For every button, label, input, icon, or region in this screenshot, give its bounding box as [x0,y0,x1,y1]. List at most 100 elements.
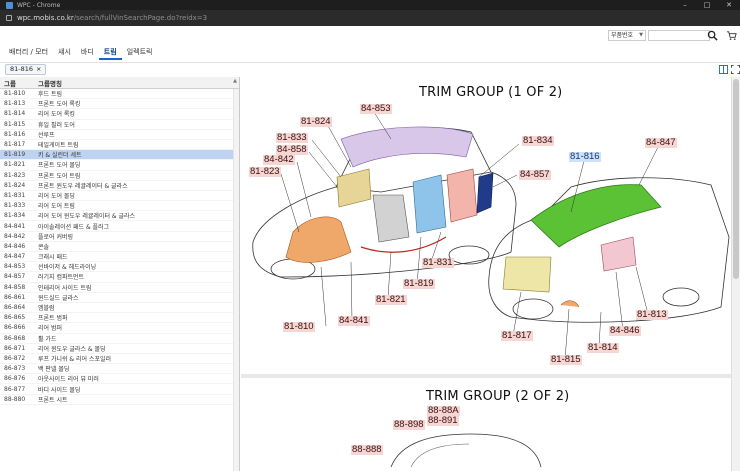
column-header-group-name[interactable]: 그룹명칭 [36,78,239,88]
group-name: 후드 트림 [38,91,62,99]
table-row[interactable]: 81-813 프론트 도어 록킹 [0,99,239,110]
group-name: 리어 도어 몰딩 [38,192,75,200]
callout-81-823[interactable]: 81-823 [249,167,281,177]
callout-81-824[interactable]: 81-824 [300,117,332,127]
filter-chip[interactable]: 81-816 × [5,64,47,75]
table-row[interactable]: 81-815 휴일 필러 도어 [0,120,239,130]
callout-84-853[interactable]: 84-853 [360,104,392,114]
site-info-icon[interactable] [6,15,12,21]
group-name: 인테리어 사이드 트림 [38,284,92,292]
table-row[interactable]: 86-871 리어 윈도우 글라스 & 몰딩 [0,344,239,354]
callout-81-817[interactable]: 81-817 [501,331,533,341]
group-name: 리어 도어 트림 [38,203,75,211]
table-row[interactable]: 86-872 루프 가니쉬 & 리어 스포일러 [0,354,239,365]
seat-back-outline [410,443,470,468]
table-row[interactable]: 81-823 프론트 도어 트림 [0,171,239,181]
table-row[interactable]: 84-841 아이솔레이션 패드 & 플러그 [0,221,239,232]
callout-84-847[interactable]: 84-847 [645,138,677,148]
scroll-up-icon[interactable]: ▲ [233,78,237,84]
group-name: 아웃사이드 리어 뷰 미러 [38,376,99,384]
group-name: 프론트 도어 록킹 [38,101,81,109]
group-name: 바디 사이드 몰딩 [38,386,81,394]
cart-icon[interactable] [726,30,737,41]
group-name: 프론트 도어 몰딩 [38,162,81,170]
table-row[interactable]: 84-853 선바이저 & 헤드라이닝 [0,262,239,273]
fullscreen-icon[interactable] [731,65,740,74]
table-row[interactable]: 81-821 프론트 도어 몰딩 [0,160,239,171]
callout-81-810[interactable]: 81-810 [283,322,315,332]
group-code: 86-865 [4,314,26,322]
callout-81-816[interactable]: 81-816 [569,152,601,162]
table-row[interactable]: 84-846 콘솔 [0,242,239,252]
filter-chip-label: 81-816 [10,65,34,73]
callout-88-898[interactable]: 88-898 [393,420,425,430]
chrome-app-icon [6,1,13,9]
minimize-button[interactable]: – [674,0,696,10]
callout-81-834[interactable]: 81-834 [522,136,554,146]
tab-chassis[interactable]: 섀시 [53,46,76,60]
group-code: 81-815 [4,120,26,128]
callout-81-815[interactable]: 81-815 [550,355,582,365]
callout-84-846[interactable]: 84-846 [609,326,641,336]
table-row[interactable]: 88-880 프론트 시트 [0,395,239,405]
group-code: 81-813 [4,100,26,108]
column-header-group[interactable]: 그룹 [0,78,36,88]
group-name: 선루프 [38,131,55,139]
door-locking-part [560,300,580,308]
table-row[interactable]: 86-873 백 판넬 몰딩 [0,364,239,375]
split-view-icon[interactable] [719,65,728,74]
table-row[interactable]: 81-814 리어 도어 록킹 [0,109,239,120]
group-code: 81-817 [4,141,26,149]
close-window-button[interactable]: ✕ [718,0,740,10]
search-icon[interactable] [707,30,718,41]
diagram-scrollbar-thumb[interactable] [733,79,739,279]
diagram-trim-group-1: TRIM GROUP (1 OF 2) 84-853 81-824 81-833… [241,77,731,378]
table-row[interactable]: 84-842 플로어 커버링 [0,232,239,242]
address-bar[interactable]: wpc.mobis.co.kr/search/fullVinSearchPage… [0,10,740,26]
diagram-scrollbar[interactable] [731,77,740,471]
callout-81-833[interactable]: 81-833 [276,133,308,143]
table-row[interactable]: 86-861 윈드실드 글라스 [0,293,239,303]
group-list-scrollbar[interactable] [233,89,239,471]
tab-electric[interactable]: 일렉트릭 [122,46,158,60]
table-row[interactable]: 86-866 리어 범퍼 [0,323,239,334]
table-row[interactable]: 81-816 선루프 [0,130,239,140]
table-row[interactable]: 86-876 아웃사이드 리어 뷰 미러 [0,374,239,385]
callout-81-814[interactable]: 81-814 [587,343,619,353]
tab-battery-motor[interactable]: 배터리 / 모터 [4,46,53,60]
table-row[interactable]: 81-819 키 & 실린더 세트 [0,150,239,161]
table-row[interactable]: 84-847 크래시 패드 [0,252,239,263]
diagram-panel: TRIM GROUP (1 OF 2) 84-853 81-824 81-833… [241,77,740,471]
rear-door-trim-part [412,174,447,234]
table-row[interactable]: 81-834 리어 도어 윈도우 레귤레이터 & 글라스 [0,211,239,222]
callout-88-891[interactable]: 88-891 [427,416,459,426]
table-row[interactable]: 81-817 테일게이트 트림 [0,140,239,151]
table-row[interactable]: 84-857 러기지 컴파트먼트 [0,272,239,283]
tab-body[interactable]: 바디 [76,46,99,60]
sunroof-part [530,184,662,248]
table-row[interactable]: 84-858 인테리어 사이드 트림 [0,283,239,293]
seat-outline [390,433,542,468]
table-row[interactable]: 81-831 리어 도어 몰딩 [0,191,239,202]
callout-84-841[interactable]: 84-841 [338,316,370,326]
table-row[interactable]: 81-824 프론트 윈도우 레귤레이터 & 글라스 [0,181,239,191]
table-row[interactable]: 86-877 바디 사이드 몰딩 [0,384,239,395]
tab-trim[interactable]: 트림 [98,46,122,60]
callout-81-821[interactable]: 81-821 [375,295,407,305]
maximize-button[interactable]: □ [696,0,718,10]
table-row[interactable]: 81-833 리어 도어 트림 [0,201,239,212]
callout-81-813[interactable]: 81-813 [636,310,668,320]
table-row[interactable]: 86-865 프론트 범퍼 [0,313,239,324]
callout-88-888[interactable]: 88-888 [351,445,383,455]
search-type-select[interactable]: 부품번호 ▼ [608,30,646,41]
callout-81-819[interactable]: 81-819 [403,279,435,289]
search-input[interactable] [648,30,710,41]
group-code: 86-873 [4,365,26,373]
table-row[interactable]: 86-864 엠블럼 [0,303,239,314]
callout-84-857[interactable]: 84-857 [519,170,551,180]
table-row[interactable]: 81-810 후드 트림 [0,89,239,100]
callout-84-842[interactable]: 84-842 [263,155,295,165]
remove-filter-icon[interactable]: × [36,65,41,74]
callout-81-831[interactable]: 81-831 [422,258,454,268]
table-row[interactable]: 86-868 휠 가드 [0,334,239,344]
